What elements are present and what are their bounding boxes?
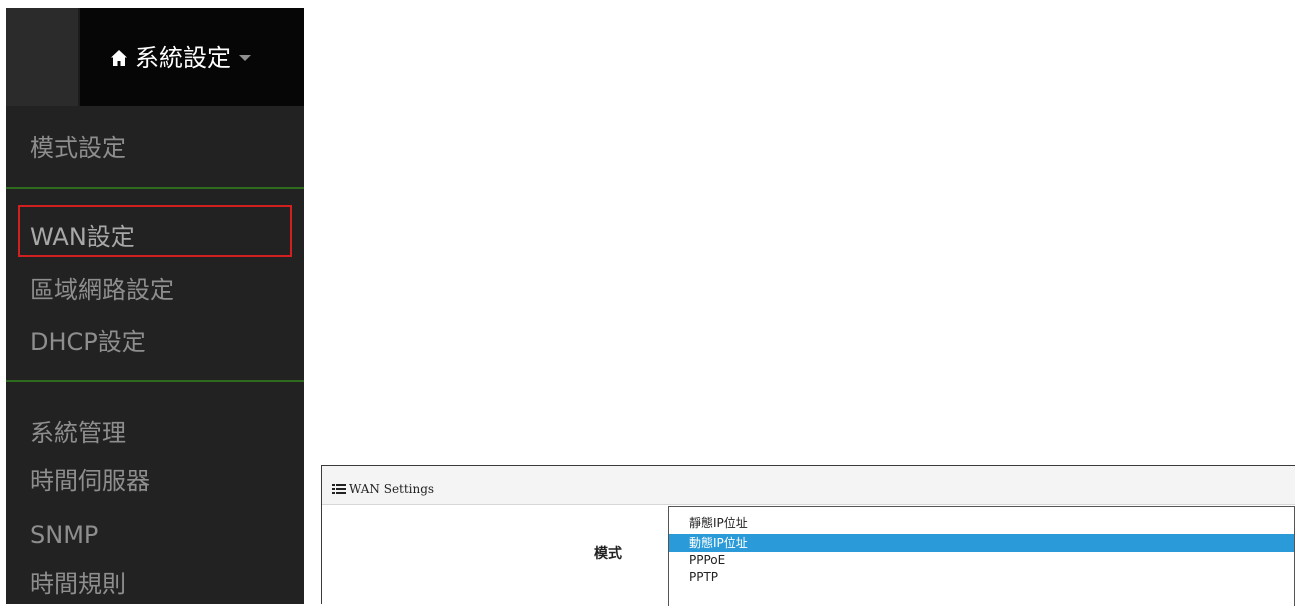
panel-header: WAN Settings: [322, 466, 1295, 505]
caret-down-icon: [239, 55, 251, 61]
option-pppoe[interactable]: PPPoE: [669, 551, 1294, 569]
list-icon: [332, 484, 346, 494]
mode-label: 模式: [594, 546, 622, 562]
sidebar-item-snmp[interactable]: SNMP: [30, 519, 98, 551]
sidebar-header: 系統設定: [6, 8, 304, 106]
sidebar-item-lan-settings[interactable]: 區域網路設定: [30, 274, 174, 306]
sidebar-item-system-management[interactable]: 系統管理: [30, 417, 126, 449]
sidebar-item-dhcp-settings[interactable]: DHCP設定: [30, 326, 146, 358]
wan-settings-panel: WAN Settings 模式 靜態IP位址 動態IP位址 PPPoE PPTP: [321, 465, 1295, 606]
sidebar-item-time-rules[interactable]: 時間規則: [30, 568, 126, 600]
sidebar: 系統設定 模式設定 WAN設定 區域網路設定 DHCP設定 系統管理 時間伺服器…: [6, 8, 304, 604]
sidebar-item-wan-settings[interactable]: WAN設定: [30, 221, 135, 253]
sidebar-divider: [6, 187, 304, 189]
home-icon: [111, 50, 127, 66]
option-dynamic-ip[interactable]: 動態IP位址: [669, 534, 1294, 552]
sidebar-item-mode-settings[interactable]: 模式設定: [30, 132, 126, 164]
panel-title: WAN Settings: [332, 482, 434, 496]
mode-dropdown-list[interactable]: 靜態IP位址 動態IP位址 PPPoE PPTP: [668, 506, 1295, 606]
sidebar-item-time-server[interactable]: 時間伺服器: [30, 465, 150, 497]
option-static-ip[interactable]: 靜態IP位址: [669, 514, 1294, 532]
system-settings-title: 系統設定: [135, 44, 231, 72]
panel-title-text: WAN Settings: [349, 482, 435, 496]
sidebar-divider: [6, 380, 304, 382]
system-settings-menu[interactable]: 系統設定: [110, 44, 251, 72]
option-pptp[interactable]: PPTP: [669, 568, 1294, 586]
